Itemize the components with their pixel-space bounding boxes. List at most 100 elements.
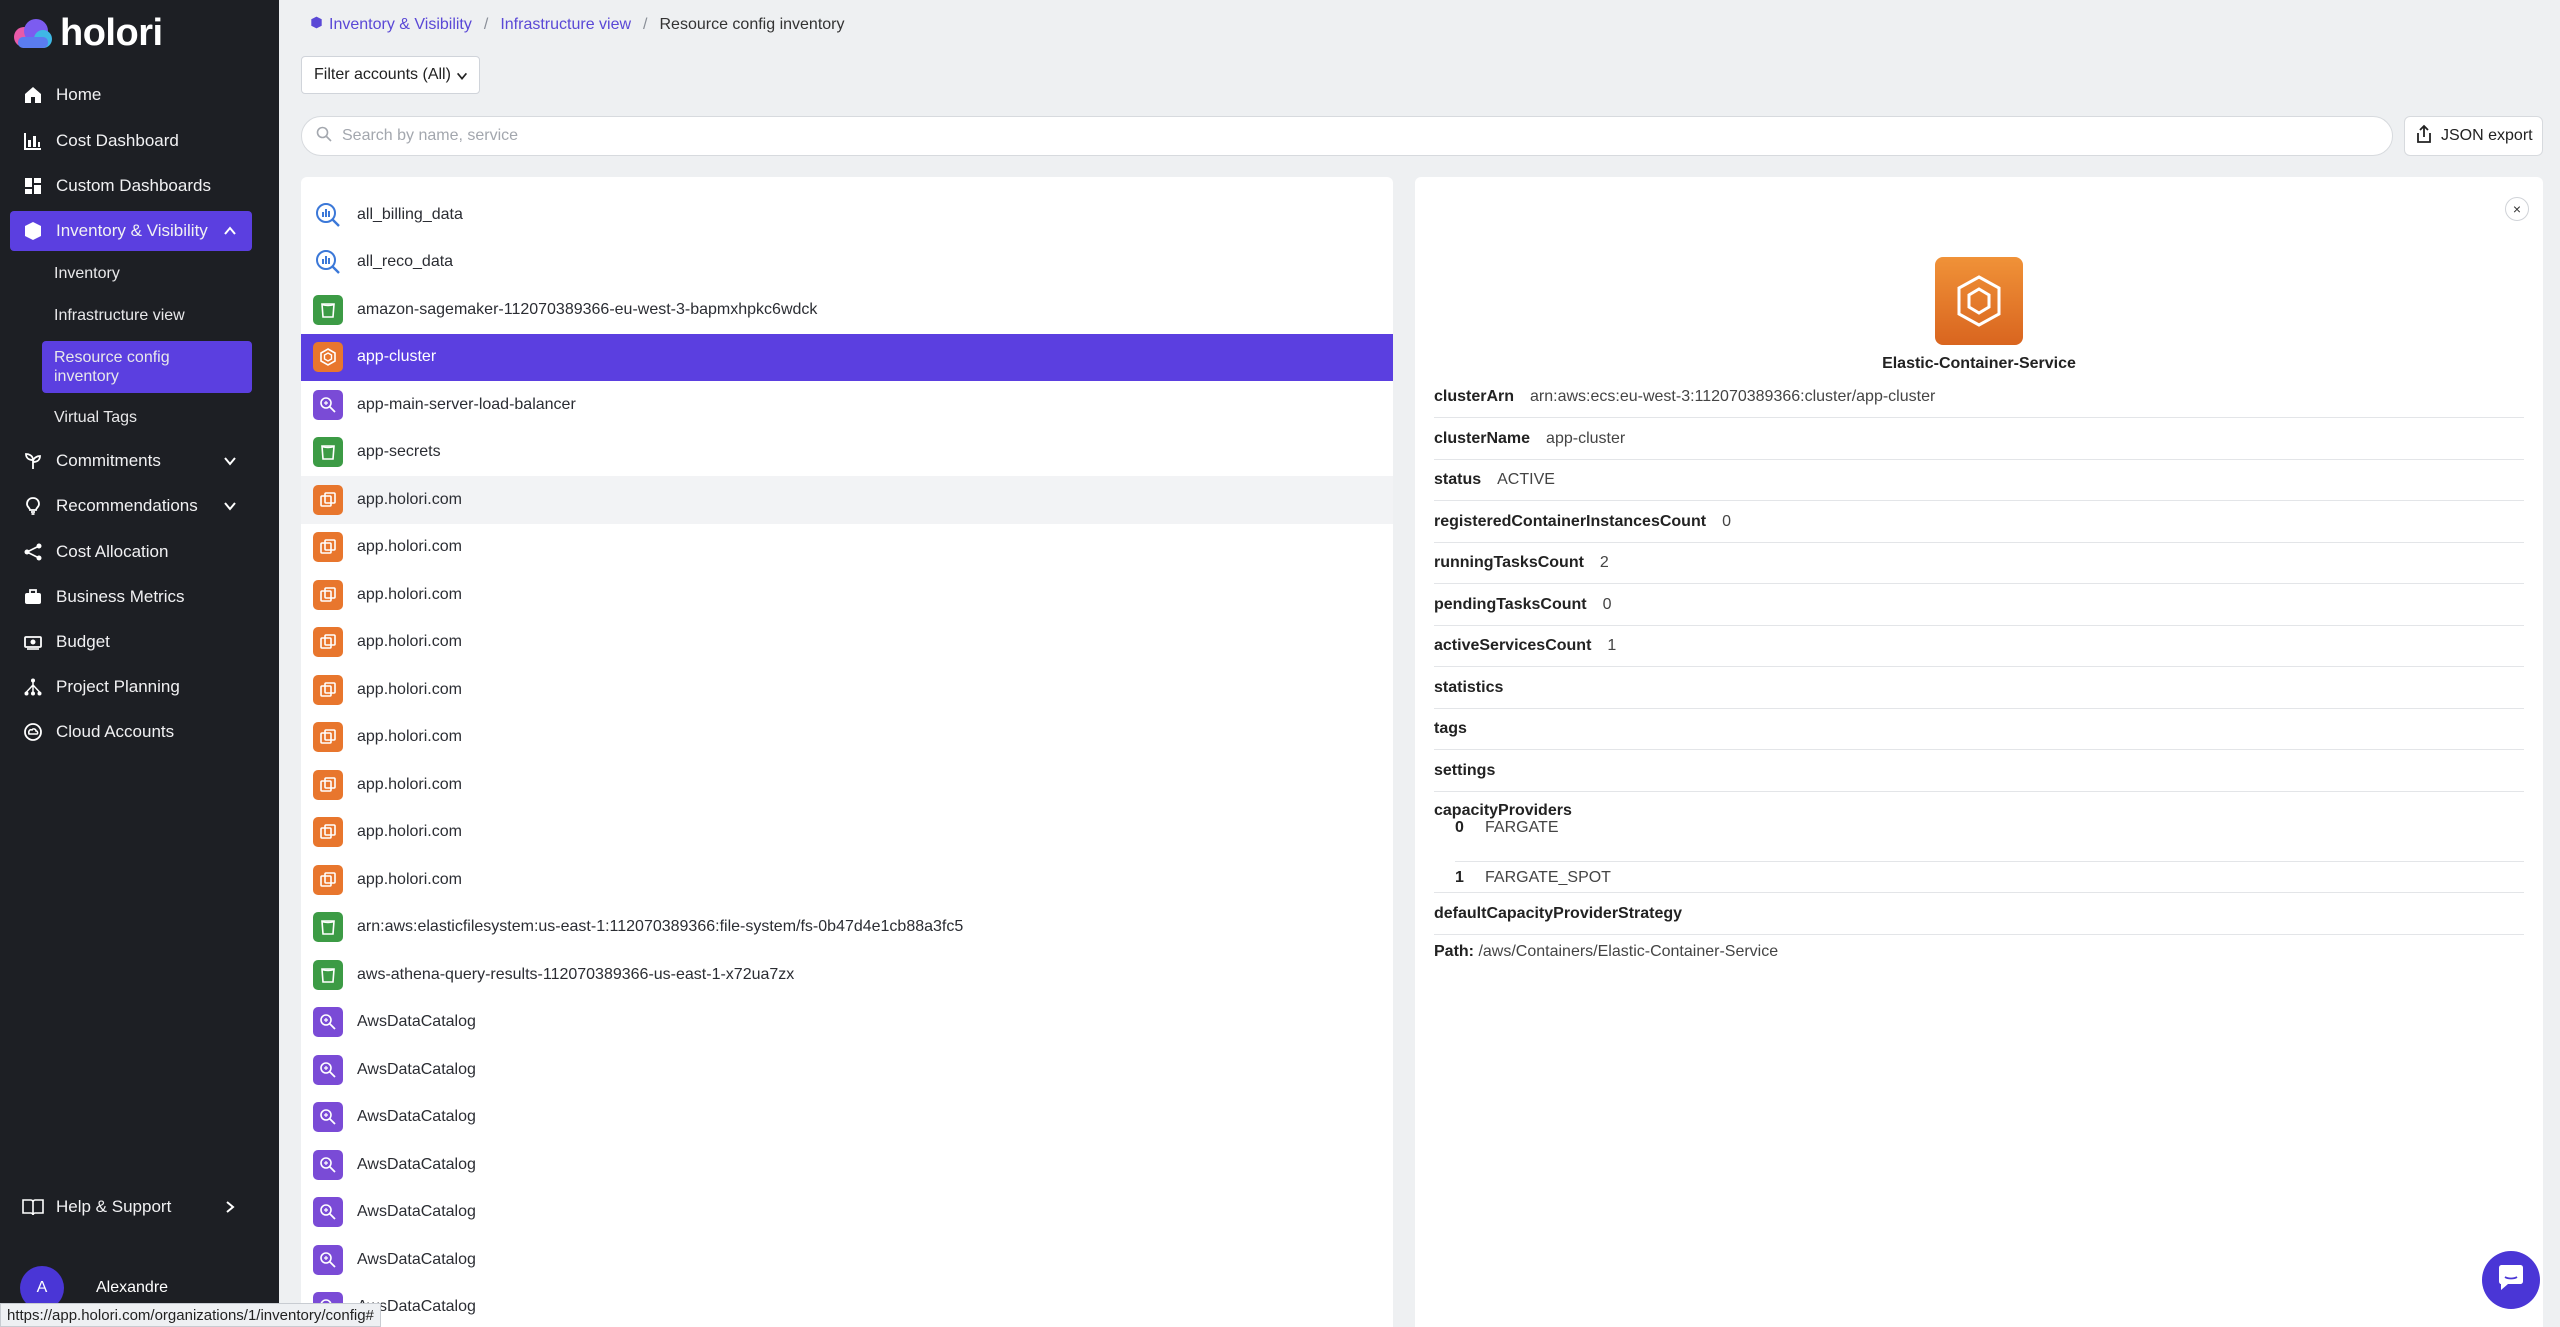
- field-value: 2: [1599, 554, 1609, 571]
- list-item[interactable]: all_billing_data: [301, 191, 1393, 239]
- container-icon: [313, 674, 343, 705]
- chat-widget-button[interactable]: [2482, 1251, 2540, 1309]
- list-item[interactable]: AwsDataCatalog: [301, 1141, 1393, 1189]
- field-key: runningTasksCount: [1434, 554, 1584, 571]
- sidebar-item-resource-config-inventory[interactable]: Resource config inventory: [42, 341, 252, 393]
- athena-query-icon: [313, 200, 343, 230]
- nav-help-support-label: Help & Support: [56, 1197, 172, 1216]
- share-icon: [22, 541, 44, 563]
- field-key: settings: [1434, 761, 1496, 779]
- list-item[interactable]: app.holori.com: [301, 619, 1393, 667]
- storage-bucket-icon: [313, 959, 343, 990]
- list-item[interactable]: AwsDataCatalog: [301, 1284, 1393, 1327]
- athena-query-icon: [313, 247, 343, 277]
- list-item[interactable]: app-cluster: [301, 333, 1393, 381]
- list-item[interactable]: app.holori.com: [301, 761, 1393, 809]
- resource-list: all_billing_data all_reco_data amazon-sage…: [301, 177, 1393, 1327]
- container-icon: [313, 864, 343, 895]
- search-bar[interactable]: [301, 116, 2393, 156]
- nav-business-metrics[interactable]: Business Metrics: [10, 577, 252, 617]
- list-item-label: amazon-sagemaker-112070389366-eu-west-3-…: [357, 300, 818, 318]
- list-item[interactable]: app-secrets: [301, 429, 1393, 477]
- list-item-label: app.holori.com: [357, 633, 462, 651]
- nav-cost-dashboard[interactable]: Cost Dashboard: [10, 121, 252, 161]
- list-item[interactable]: aws-athena-query-results-112070389366-us…: [301, 951, 1393, 999]
- sidebar-item-virtual-tags[interactable]: Virtual Tags: [42, 406, 252, 430]
- list-item-label: all_billing_data: [357, 205, 463, 223]
- list-item[interactable]: AwsDataCatalog: [301, 999, 1393, 1047]
- cube-icon: [310, 16, 323, 34]
- list-item[interactable]: AwsDataCatalog: [301, 1094, 1393, 1142]
- nav-project-planning[interactable]: Project Planning: [10, 667, 252, 707]
- field-statistics: statistics: [1434, 667, 2524, 709]
- nav-cost-allocation[interactable]: Cost Allocation: [10, 532, 252, 572]
- list-item[interactable]: app.holori.com: [301, 714, 1393, 762]
- chevron-down-icon: [455, 69, 469, 88]
- lightbulb-icon: [22, 495, 44, 517]
- list-item[interactable]: app.holori.com: [301, 856, 1393, 904]
- path-value: /aws/Containers/Elastic-Container-Servic…: [1478, 943, 1779, 960]
- list-item-label: app-secrets: [357, 443, 441, 461]
- list-item[interactable]: app.holori.com: [301, 571, 1393, 619]
- list-item[interactable]: arn:aws:elasticfilesystem:us-east-1:1120…: [301, 904, 1393, 952]
- holori-logo[interactable]: holori: [10, 12, 163, 55]
- nav-commitments[interactable]: Commitments: [10, 441, 252, 481]
- container-icon: [313, 484, 343, 515]
- list-item[interactable]: all_reco_data: [301, 239, 1393, 287]
- sidebar-item-infrastructure-view[interactable]: Infrastructure view: [42, 304, 252, 328]
- nav-inventory-visibility[interactable]: Inventory & Visibility: [10, 211, 252, 251]
- nav-recommendations[interactable]: Recommendations: [10, 486, 252, 526]
- list-item-label: AwsDataCatalog: [357, 1060, 476, 1078]
- data-catalog-icon: [313, 1149, 343, 1180]
- cloud-logo-icon: [14, 18, 52, 48]
- breadcrumb: Inventory & Visibility / Infrastructure …: [310, 16, 844, 34]
- json-export-button[interactable]: JSON export: [2404, 116, 2543, 156]
- storage-bucket-icon: [313, 294, 343, 325]
- container-icon: [313, 817, 343, 848]
- nav-custom-dashboards[interactable]: Custom Dashboards: [10, 166, 252, 206]
- field-value: 0: [1722, 512, 1731, 530]
- list-item[interactable]: app-main-server-load-balancer: [301, 381, 1393, 429]
- hierarchy-icon: [22, 676, 44, 698]
- search-input[interactable]: [342, 127, 2242, 145]
- money-icon: [22, 631, 44, 653]
- sidebar-item-label: Virtual Tags: [54, 409, 138, 426]
- field-settings: settings: [1434, 750, 2524, 792]
- list-item[interactable]: app.holori.com: [301, 524, 1393, 572]
- nav-budget[interactable]: Budget: [10, 622, 252, 662]
- nav-project-planning-label: Project Planning: [56, 677, 180, 696]
- field-tags: tags: [1434, 709, 2524, 750]
- nav-budget-label: Budget: [56, 632, 110, 651]
- list-item[interactable]: AwsDataCatalog: [301, 1189, 1393, 1237]
- sidebar-item-inventory[interactable]: Inventory: [42, 262, 252, 286]
- nav-home-label: Home: [56, 85, 102, 104]
- field-cluster-name: clusterName app-cluster: [1434, 418, 2524, 460]
- container-icon: [313, 769, 343, 800]
- breadcrumb-link-infrastructure-view[interactable]: Infrastructure view: [500, 16, 631, 34]
- filter-accounts-dropdown[interactable]: Filter accounts (All): [301, 56, 480, 94]
- nav-cost-dashboard-label: Cost Dashboard: [56, 131, 179, 150]
- nav-help-support[interactable]: Help & Support: [10, 1187, 252, 1227]
- breadcrumb-link-inventory-visibility[interactable]: Inventory & Visibility: [329, 16, 472, 34]
- resource-detail-panel: × Elastic-Container-Service clusterArn a…: [1415, 177, 2543, 1327]
- storage-bucket-icon: [313, 912, 343, 943]
- data-catalog-icon: [313, 1007, 343, 1038]
- list-item-label: all_reco_data: [357, 253, 454, 271]
- storage-bucket-icon: [313, 437, 343, 468]
- list-item[interactable]: AwsDataCatalog: [301, 1236, 1393, 1284]
- user-name: Alexandre: [96, 1279, 169, 1296]
- container-icon: [313, 342, 343, 373]
- nav-cloud-accounts[interactable]: Cloud Accounts: [10, 712, 252, 752]
- search-icon: [316, 126, 332, 147]
- list-item[interactable]: app.holori.com: [301, 476, 1393, 524]
- list-item[interactable]: app.holori.com: [301, 809, 1393, 857]
- nav-home[interactable]: Home: [10, 75, 252, 115]
- capacity-provider-item: 1 FARGATE_SPOT: [1455, 861, 2524, 893]
- field-key: status: [1434, 471, 1482, 488]
- list-item[interactable]: app.holori.com: [301, 666, 1393, 714]
- list-item[interactable]: AwsDataCatalog: [301, 1046, 1393, 1094]
- cube-icon: [22, 220, 44, 242]
- list-item[interactable]: amazon-sagemaker-112070389366-eu-west-3-…: [301, 286, 1393, 334]
- close-button[interactable]: ×: [2505, 197, 2529, 221]
- nav-cost-allocation-label: Cost Allocation: [56, 542, 169, 561]
